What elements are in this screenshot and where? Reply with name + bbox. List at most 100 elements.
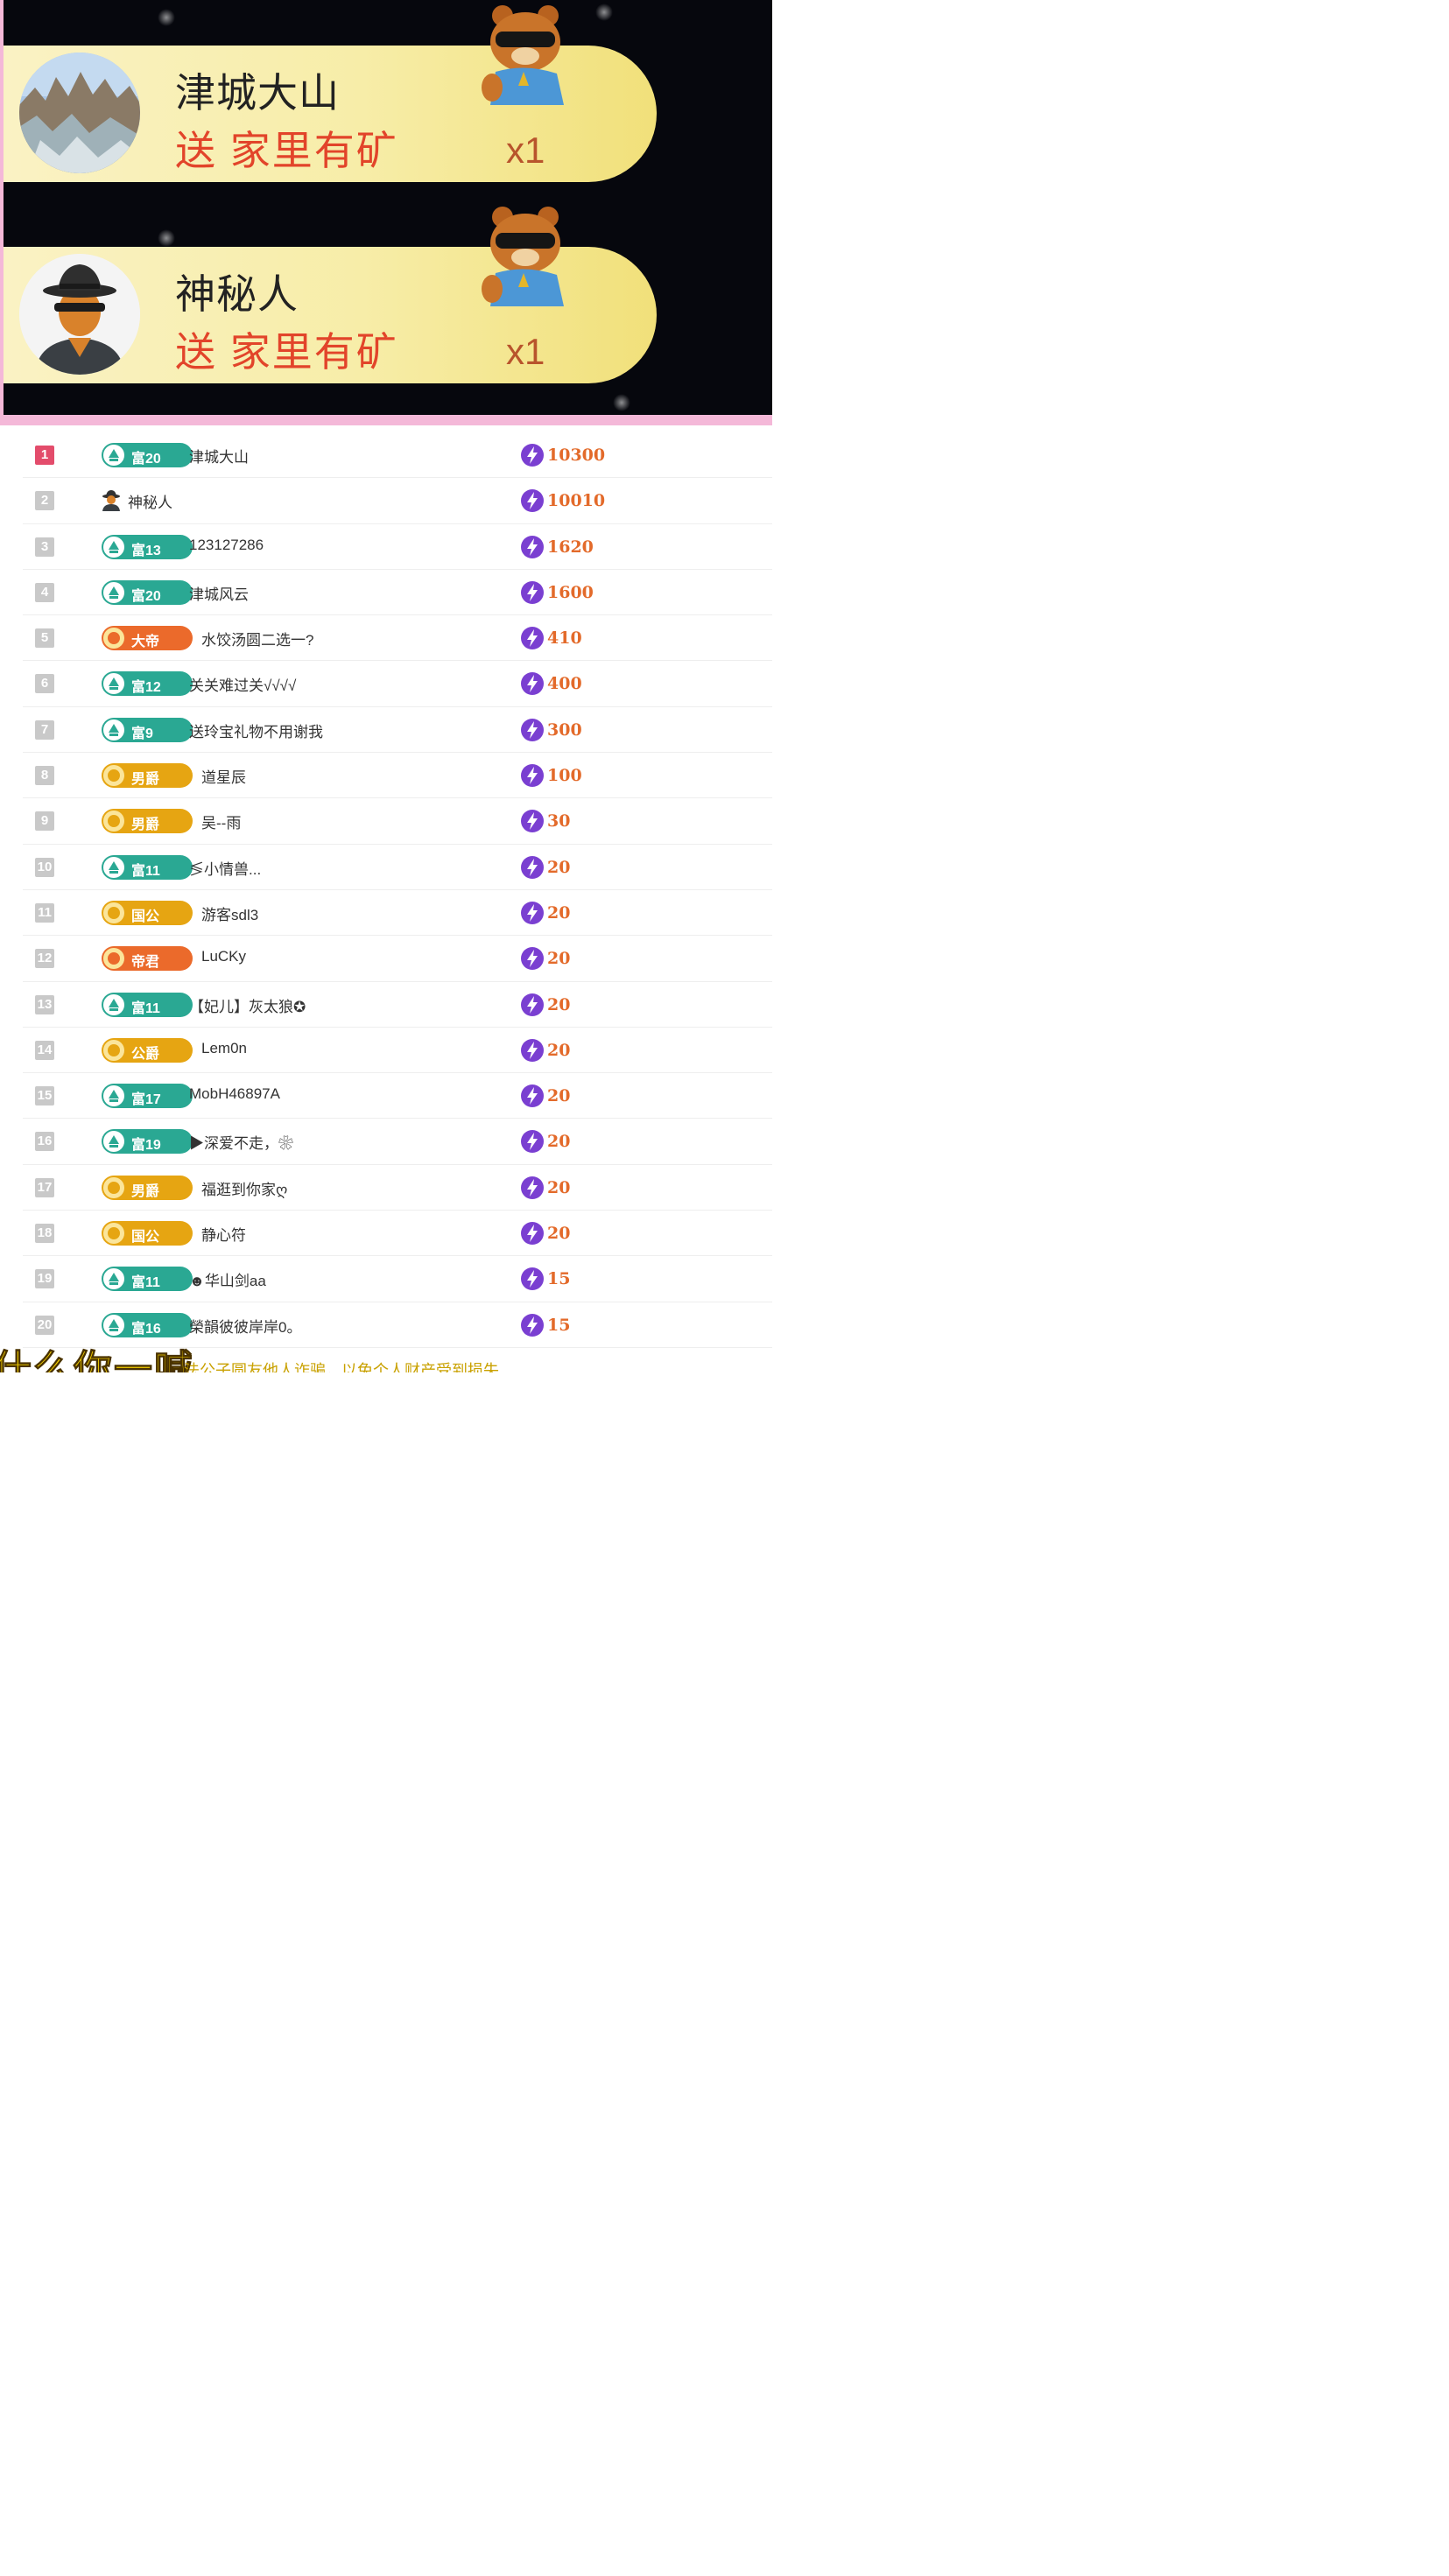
gift-action: 送 家里有矿 [175, 329, 398, 375]
gift-sender-name: 神秘人 [175, 271, 299, 317]
score-value: 300 [547, 719, 582, 740]
ranking-username[interactable]: ☻华山剑aa [189, 1268, 266, 1290]
mountain-avatar[interactable] [19, 53, 140, 173]
badge-label: 富17 [131, 1092, 161, 1108]
score-value: 20 [547, 1040, 571, 1060]
lightning-coin-icon [521, 1176, 544, 1199]
score-value: 15 [547, 1315, 571, 1335]
ranking-username[interactable]: 福逛到你家ღ [201, 1177, 287, 1199]
level-badge: 富9 [102, 717, 193, 742]
ranking-username[interactable]: 津城大山 [189, 445, 249, 467]
ranking-username[interactable]: 吴--雨 [201, 811, 241, 832]
ranking-row[interactable]: 18 国公 静心符 20 [23, 1211, 772, 1257]
rank-number: 19 [35, 1269, 54, 1289]
level-badge: 大帝 [102, 626, 193, 651]
badge-label: 公爵 [131, 1046, 160, 1062]
rank-number: 8 [35, 766, 54, 786]
lightning-coin-icon [521, 1084, 544, 1108]
ranking-username[interactable]: 关关难过关√√√√ [189, 673, 296, 695]
ranking-username[interactable]: 送玲宝礼物不用谢我 [189, 719, 323, 741]
lightning-coin-icon [521, 672, 544, 696]
ranking-row[interactable]: 16 富19 ▶深爱不走，❀ 20 [23, 1119, 772, 1165]
ranking-username[interactable]: 游客sdl3 [201, 902, 258, 924]
mystery-man-avatar[interactable] [19, 254, 140, 375]
level-badge: 国公 [102, 1221, 193, 1246]
ranking-username[interactable]: 津城风云 [189, 582, 249, 604]
rank-number: 4 [35, 582, 54, 602]
ranking-username[interactable]: 道星辰 [201, 765, 246, 787]
level-badge: 富11 [102, 854, 193, 880]
badge-level-icon [103, 536, 124, 558]
level-badge: 富19 [102, 1129, 193, 1155]
ranking-username[interactable]: 123127286 [189, 537, 264, 554]
lightning-coin-icon [521, 947, 544, 971]
badge-label: 国公 [131, 1230, 160, 1246]
level-badge: 男爵 [102, 809, 193, 834]
ranking-row[interactable]: 14 公爵 Lem0n 20 [23, 1028, 772, 1074]
ranking-row[interactable]: 8 男爵 道星辰 100 [23, 753, 772, 799]
ranking-row[interactable]: 1 富20 津城大山 10300 [23, 432, 772, 479]
badge-label: 富11 [131, 863, 160, 879]
score-value: 20 [547, 949, 571, 969]
score-value: 410 [547, 628, 582, 649]
ranking-row[interactable]: 7 富9 送玲宝礼物不用谢我 300 [23, 707, 772, 754]
badge-level-icon [103, 1131, 124, 1153]
ranking-row[interactable]: 9 男爵 吴--雨 30 [23, 798, 772, 845]
badge-level-icon [103, 1176, 124, 1198]
rank-number: 11 [35, 902, 54, 923]
badge-label: 富19 [131, 1138, 161, 1154]
ranking-row[interactable]: 2 神秘人 10010 [23, 478, 772, 524]
badge-label: 男爵 [131, 818, 160, 833]
badge-level-icon [103, 948, 124, 970]
lightning-coin-icon [521, 1313, 544, 1337]
score-value: 20 [547, 994, 571, 1014]
level-badge: 帝君 [102, 946, 193, 972]
ranking-row[interactable]: 5 大帝 水饺汤圆二选一? 410 [23, 615, 772, 662]
level-badge: 富13 [102, 534, 193, 559]
ranking-row[interactable]: 12 帝君 LuCKy 20 [23, 936, 772, 982]
ranking-username[interactable]: 静心符 [201, 1223, 246, 1245]
ranking-username[interactable]: ▶深爱不走，❀ [189, 1131, 293, 1153]
gift-count: x1 [506, 331, 545, 372]
rank-number: 7 [35, 719, 54, 740]
gift-sender-name: 津城大山 [175, 70, 340, 116]
bear-gift-icon [482, 5, 564, 105]
ranking-row[interactable]: 10 富11 ≶小情兽... 20 [23, 845, 772, 890]
ranking-username[interactable]: LuCKy [201, 948, 246, 965]
ranking-username[interactable]: MobH46897A [189, 1085, 280, 1103]
ranking-row[interactable]: 15 富17 MobH46897A 20 [23, 1073, 772, 1120]
ranking-row[interactable]: 13 富11 【妃儿】灰太狼✪ 20 [23, 982, 772, 1028]
ranking-row[interactable]: 3 富13 123127286 1620 [23, 524, 772, 570]
level-badge: 公爵 [102, 1037, 193, 1063]
badge-label: 大帝 [131, 635, 160, 650]
level-badge: 富20 [102, 579, 193, 605]
ranking-username[interactable]: 榮韻彼彼岸岸0。 [189, 1315, 301, 1337]
ranking-username[interactable]: 水饺汤圆二选一? [201, 628, 313, 649]
badge-label: 国公 [131, 909, 160, 924]
rank-number: 1 [35, 446, 54, 465]
ranking-username[interactable]: 【妃儿】灰太狼✪ [189, 994, 306, 1016]
ranking-row[interactable]: 11 国公 游客sdl3 20 [23, 890, 772, 937]
ranking-username[interactable]: 神秘人 [128, 490, 172, 512]
rank-number: 5 [35, 628, 54, 649]
level-badge: 富12 [102, 671, 193, 697]
rank-number: 9 [35, 811, 54, 832]
score-value: 1600 [547, 582, 594, 602]
ranking-row[interactable]: 6 富12 关关难过关√√√√ 400 [23, 661, 772, 707]
gift-action: 送 家里有矿 [175, 128, 398, 173]
rank-number: 2 [35, 491, 54, 511]
ranking-row[interactable]: 4 富20 津城风云 1600 [23, 570, 772, 616]
score-value: 15 [547, 1269, 571, 1289]
badge-label: 富11 [131, 1000, 160, 1016]
badge-level-icon [103, 1039, 124, 1061]
badge-level-icon [103, 673, 124, 695]
level-badge: 富16 [102, 1312, 193, 1337]
ranking-row[interactable]: 19 富11 ☻华山剑aa 15 [23, 1256, 772, 1302]
lightning-coin-icon [521, 1038, 544, 1062]
badge-label: 富13 [131, 543, 161, 558]
ranking-username[interactable]: Lem0n [201, 1040, 247, 1057]
ranking-username[interactable]: ≶小情兽... [189, 857, 261, 879]
ranking-row[interactable]: 17 男爵 福逛到你家ღ 20 [23, 1165, 772, 1211]
lightning-coin-icon [521, 855, 544, 879]
rank-number: 10 [35, 857, 54, 877]
